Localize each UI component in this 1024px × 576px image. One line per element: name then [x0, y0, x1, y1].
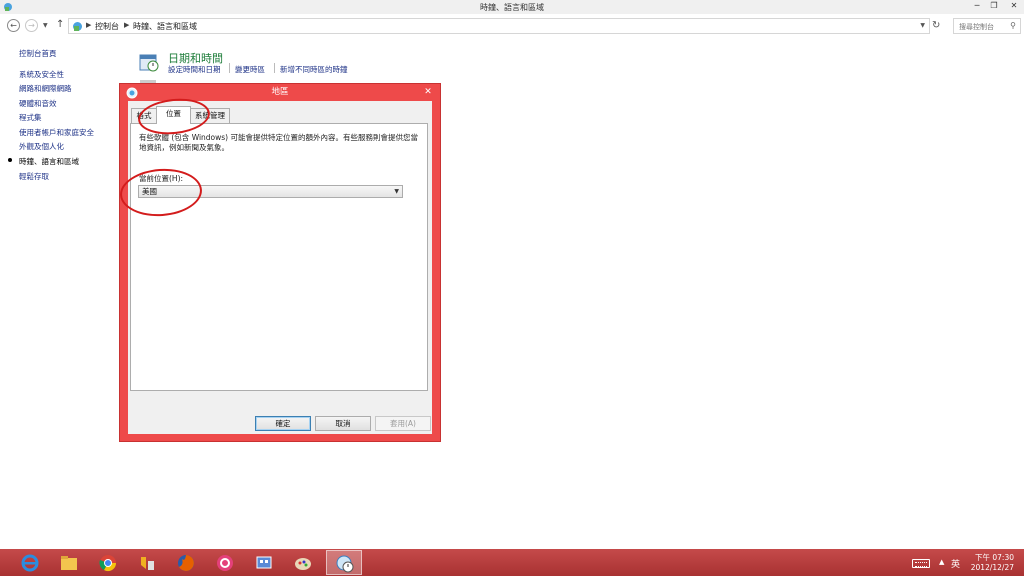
back-button[interactable]: ← — [7, 19, 20, 32]
sidebar-item-label: 時鐘、語言和區域 — [19, 157, 79, 166]
address-field[interactable]: ▶ 控制台 ▶ 時鐘、語言和區域 ▼ — [68, 18, 930, 34]
touch-keyboard-icon[interactable] — [912, 559, 930, 568]
change-timezone-link[interactable]: 變更時區 — [235, 64, 265, 75]
app-icon — [141, 557, 154, 570]
taskbar-chrome[interactable] — [90, 550, 126, 575]
window-titlebar: 時鐘、語言和區域 ─ ❐ ✕ — [0, 0, 1024, 14]
breadcrumb-chevron-icon: ▶ — [124, 21, 130, 29]
search-icon: ⚲ — [1010, 21, 1016, 30]
apply-button[interactable]: 套用(A) — [375, 416, 431, 431]
address-bar: ← → ▼ ↑ ▶ 控制台 ▶ 時鐘、語言和區域 ▼ ↻ 搜尋控制台 ⚲ — [0, 14, 1024, 38]
control-panel-icon — [73, 22, 82, 31]
taskbar-paint[interactable] — [285, 550, 321, 575]
sidebar-item-clock-language-region[interactable]: 時鐘、語言和區域 — [8, 156, 79, 167]
region-dialog: 地區 ✕ 格式 位置 系統管理 有些軟體 (包含 Windows) 可能會提供特… — [119, 83, 441, 442]
app-icon — [256, 556, 272, 569]
up-button[interactable]: ↑ — [56, 19, 64, 30]
search-input[interactable]: 搜尋控制台 ⚲ — [953, 18, 1021, 34]
sidebar-item-user-accounts[interactable]: 使用者帳戶和家庭安全 — [19, 127, 94, 138]
firefox-icon — [178, 555, 194, 571]
link-divider — [229, 63, 230, 73]
refresh-button[interactable]: ↻ — [932, 20, 940, 31]
minimize-button[interactable]: ─ — [968, 0, 986, 13]
input-method-indicator[interactable]: 英 — [951, 557, 960, 570]
taskbar-app-7[interactable] — [246, 550, 282, 575]
tab-formats[interactable]: 格式 — [131, 108, 157, 124]
chevron-down-icon: ▼ — [394, 188, 399, 195]
sidebar-item-system-security[interactable]: 系統及安全性 — [19, 69, 64, 80]
add-clocks-link[interactable]: 新增不同時區的時鐘 — [280, 64, 348, 75]
cancel-button[interactable]: 取消 — [315, 416, 371, 431]
taskbar-app-4[interactable] — [129, 550, 165, 575]
forward-button[interactable]: → — [25, 19, 38, 32]
restore-button[interactable]: ❐ — [985, 0, 1003, 13]
current-item-bullet — [8, 158, 12, 162]
calendar-clock-icon — [139, 54, 159, 72]
tab-location[interactable]: 位置 — [156, 106, 191, 124]
set-date-time-link[interactable]: 設定時間和日期 — [168, 64, 221, 75]
current-location-select[interactable]: 美國 ▼ — [138, 185, 403, 198]
chevron-down-icon[interactable]: ▼ — [920, 22, 925, 29]
sidebar-item-network[interactable]: 網路和網際網路 — [19, 83, 72, 94]
breadcrumb-chevron-icon: ▶ — [86, 21, 92, 29]
taskbar-file-explorer[interactable] — [51, 550, 87, 575]
location-tab-panel: 有些軟體 (包含 Windows) 可能會提供特定位置的額外內容。有些服務則會提… — [130, 123, 428, 391]
clock-date[interactable]: 2012/12/27 — [962, 563, 1014, 572]
ok-button[interactable]: 確定 — [255, 416, 311, 431]
taskbar-control-panel[interactable] — [326, 550, 362, 575]
taskbar-internet-explorer[interactable] — [12, 550, 48, 575]
clock-time[interactable]: 下午 07:30 — [968, 552, 1014, 563]
recent-pages-dropdown[interactable]: ▼ — [43, 22, 48, 29]
link-divider — [274, 63, 275, 73]
sidebar-item-appearance[interactable]: 外觀及個人化 — [19, 141, 64, 152]
dialog-title: 地區 — [271, 87, 289, 97]
show-hidden-icons-button[interactable]: ▲ — [939, 558, 944, 566]
selected-location: 美國 — [142, 187, 157, 196]
taskbar-firefox[interactable] — [168, 550, 204, 575]
window-title: 時鐘、語言和區域 — [480, 3, 544, 12]
sidebar-item-programs[interactable]: 程式集 — [19, 112, 42, 123]
sidebar-item-home[interactable]: 控制台首頁 — [19, 48, 57, 59]
location-description: 有些軟體 (包含 Windows) 可能會提供特定位置的額外內容。有些服務則會提… — [139, 133, 418, 152]
search-placeholder: 搜尋控制台 — [959, 23, 994, 31]
dialog-body: 格式 位置 系統管理 有些軟體 (包含 Windows) 可能會提供特定位置的額… — [128, 101, 432, 434]
app-icon — [217, 555, 233, 571]
breadcrumb-clock-language-region[interactable]: 時鐘、語言和區域 — [133, 21, 197, 32]
paint-icon — [295, 558, 311, 570]
sidebar-item-ease-of-access[interactable]: 輕鬆存取 — [19, 171, 49, 182]
folder-icon — [61, 556, 77, 570]
breadcrumb-control-panel[interactable]: 控制台 — [95, 21, 119, 32]
tab-administrative[interactable]: 系統管理 — [190, 108, 230, 124]
sidebar-item-hardware-sound[interactable]: 硬體和音效 — [19, 98, 57, 109]
taskbar-app-6[interactable] — [207, 550, 243, 575]
dialog-close-button[interactable]: ✕ — [417, 85, 439, 99]
globe-clock-icon — [336, 555, 354, 573]
chrome-icon — [99, 555, 117, 572]
taskbar — [0, 549, 1024, 576]
internet-explorer-icon — [21, 554, 39, 572]
current-location-label: 當前位置(H): — [139, 174, 184, 183]
close-button[interactable]: ✕ — [1002, 0, 1024, 13]
